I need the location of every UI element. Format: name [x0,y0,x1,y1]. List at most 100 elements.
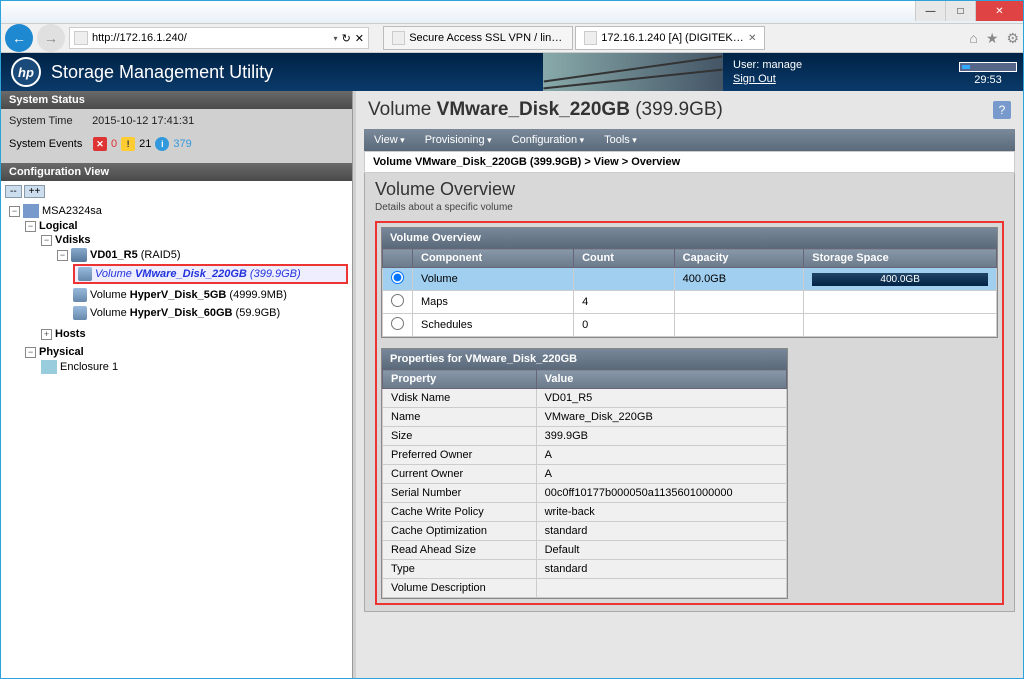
tree-label: Volume VMware_Disk_220GB (399.9GB) [95,268,301,280]
cell-capacity [674,291,804,314]
tree-node-enclosure[interactable]: Enclosure 1 [41,360,348,374]
cell-value: A [536,446,787,465]
properties-table: Properties for VMware_Disk_220GB Propert… [381,348,788,599]
browser-tabs: Secure Access SSL VPN / linux ... 172.16… [383,26,765,50]
cell-value: write-back [536,503,787,522]
header-banner-image [543,53,723,91]
cell-property: Cache Optimization [383,522,537,541]
url-dropdown-icon[interactable]: ▾ [334,34,338,43]
window-close-button[interactable]: ✕ [975,1,1023,21]
tree-collapse-all-button[interactable]: -- [5,185,22,198]
app-header: hp Storage Management Utility User: mana… [1,53,1023,91]
cell-count [574,268,675,291]
tree-expand-icon[interactable]: + [41,329,52,340]
stop-icon[interactable]: ✕ [355,32,364,45]
favorites-icon[interactable]: ★ [986,30,999,47]
col-value: Value [536,370,787,389]
browser-tab-active[interactable]: 172.16.1.240 [A] (DIGITEK_T... ✕ [575,26,765,50]
table-row[interactable]: Volume400.0GB400.0GB [383,268,997,291]
volume-icon [73,306,87,320]
content-pane: Volume Overview Details about a specific… [364,173,1015,612]
browser-back-button[interactable]: ← [5,24,33,52]
table-row: Serial Number00c0ff10177b000050a11356010… [383,484,787,503]
action-menubar: View Provisioning Configuration Tools [364,129,1015,151]
highlighted-region: Volume Overview Component Count Capacity… [375,221,1004,605]
table-row[interactable]: Schedules0 [383,314,997,337]
help-icon[interactable]: ? [993,101,1011,119]
tree-collapse-icon[interactable]: − [41,235,52,246]
tab-close-icon[interactable]: ✕ [748,33,756,44]
col-property: Property [383,370,537,389]
refresh-icon[interactable]: ↻ [342,32,351,45]
table-row: Read Ahead SizeDefault [383,541,787,560]
tree-collapse-icon[interactable]: − [25,347,36,358]
cell-capacity: 400.0GB [674,268,804,291]
tree-expand-all-button[interactable]: ++ [24,185,46,198]
enclosure-icon [41,360,57,374]
error-icon[interactable]: ✕ [93,137,107,151]
cell-value: standard [536,522,787,541]
row-radio[interactable] [383,291,413,314]
settings-gear-icon[interactable]: ⚙ [1006,30,1019,47]
window-minimize-button[interactable]: — [915,1,945,21]
info-icon[interactable]: i [155,137,169,151]
tree-label: Volume HyperV_Disk_5GB (4999.9MB) [90,289,287,301]
cell-value: Default [536,541,787,560]
home-icon[interactable]: ⌂ [969,30,977,47]
table-row: Cache Write Policywrite-back [383,503,787,522]
sign-out-link[interactable]: Sign Out [733,73,776,85]
cell-count: 0 [574,314,675,337]
tree-node-vdisks[interactable]: − Vdisks [41,234,348,246]
menu-view[interactable]: View [364,129,415,151]
warning-count[interactable]: 21 [139,138,151,150]
cell-value: 399.9GB [536,427,787,446]
system-time-value: 2015-10-12 17:41:31 [92,115,194,127]
tree-collapse-icon[interactable]: − [57,250,68,261]
tree-node-vdisk[interactable]: − VD01_R5 (RAID5) [57,248,348,262]
cell-value: 00c0ff10177b000050a1135601000000 [536,484,787,503]
browser-tab[interactable]: Secure Access SSL VPN / linux ... [383,26,573,50]
system-events-label: System Events [9,138,89,150]
tree-collapse-icon[interactable]: − [25,221,36,232]
cell-component: Maps [413,291,574,314]
tree-node-system[interactable]: − MSA2324sa [9,204,348,218]
col-select [383,249,413,268]
url-input[interactable] [92,32,330,44]
system-time-label: System Time [9,115,89,127]
table-row: Cache Optimizationstandard [383,522,787,541]
tree-node-logical[interactable]: − Logical [25,220,348,232]
browser-forward-button[interactable]: → [37,24,65,52]
cell-capacity [674,314,804,337]
cell-property: Cache Write Policy [383,503,537,522]
cell-property: Size [383,427,537,446]
vdisk-icon [71,248,87,262]
menu-tools[interactable]: Tools [594,129,647,151]
cell-value: standard [536,560,787,579]
cell-property: Type [383,560,537,579]
row-radio[interactable] [383,268,413,291]
menu-configuration[interactable]: Configuration [502,129,594,151]
info-count[interactable]: 379 [173,138,191,150]
cell-property: Read Ahead Size [383,541,537,560]
tree-label: MSA2324sa [42,205,102,217]
tree-node-physical[interactable]: − Physical [25,346,348,358]
error-count[interactable]: 0 [111,138,117,150]
table-title: Properties for VMware_Disk_220GB [382,349,787,369]
col-component: Component [413,249,574,268]
tree-node-volume[interactable]: Volume HyperV_Disk_5GB (4999.9MB) [73,288,348,302]
table-row[interactable]: Maps4 [383,291,997,314]
cell-count: 4 [574,291,675,314]
address-bar[interactable]: ▾ ↻ ✕ [69,27,369,49]
section-subtitle: Details about a specific volume [375,202,1004,213]
window-maximize-button[interactable]: □ [945,1,975,21]
volume-icon [73,288,87,302]
tree-node-volume-selected[interactable]: Volume VMware_Disk_220GB (399.9GB) [73,264,348,284]
menu-provisioning[interactable]: Provisioning [415,129,502,151]
tree-node-hosts[interactable]: + Hosts [41,328,348,340]
cell-property: Name [383,408,537,427]
tree-node-volume[interactable]: Volume HyperV_Disk_60GB (59.9GB) [73,306,348,320]
warning-icon[interactable]: ! [121,137,135,151]
cell-value: A [536,465,787,484]
tree-collapse-icon[interactable]: − [9,206,20,217]
row-radio[interactable] [383,314,413,337]
